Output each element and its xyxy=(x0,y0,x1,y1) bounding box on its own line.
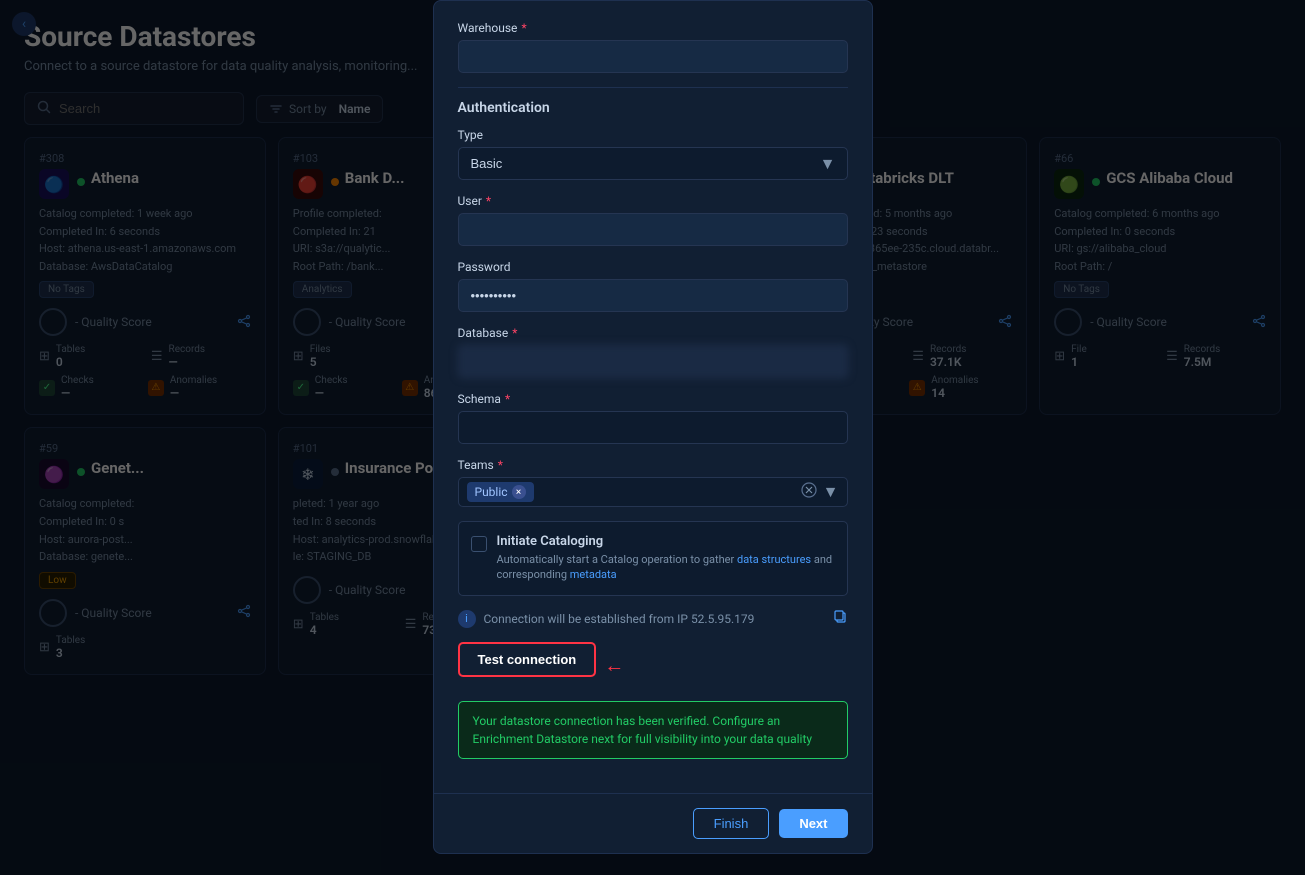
database-input[interactable] xyxy=(458,345,848,378)
schema-field-group: Schema * xyxy=(458,392,848,444)
initiate-cataloging-desc: Automatically start a Catalog operation … xyxy=(497,552,835,583)
user-field-group: User * xyxy=(458,194,848,246)
warehouse-input[interactable] xyxy=(458,40,848,73)
test-connection-button[interactable]: Test connection xyxy=(458,642,597,677)
finish-button[interactable]: Finish xyxy=(693,808,770,839)
schema-input[interactable] xyxy=(458,411,848,444)
teams-input-wrapper[interactable]: Public × ▼ xyxy=(458,477,848,507)
success-banner: Your datastore connection has been verif… xyxy=(458,701,848,759)
database-label: Database * xyxy=(458,326,848,340)
test-connection-area: Test connection ← xyxy=(458,642,848,689)
teams-dropdown-button[interactable]: ▼ xyxy=(823,482,839,502)
user-input[interactable] xyxy=(458,213,848,246)
warehouse-label: Warehouse * xyxy=(458,21,848,35)
modal: Warehouse * Authentication Type Basic ▼ xyxy=(433,0,873,854)
schema-label: Schema * xyxy=(458,392,848,406)
password-label: Password xyxy=(458,260,848,274)
teams-field-group: Teams * Public × ▼ xyxy=(458,458,848,507)
ip-info-text: Connection will be established from IP 5… xyxy=(484,612,755,626)
next-button[interactable]: Next xyxy=(779,809,847,838)
initiate-cataloging-row: Initiate Cataloging Automatically start … xyxy=(458,521,848,596)
info-icon: i xyxy=(458,610,476,628)
database-field-group: Database * xyxy=(458,326,848,378)
auth-section-title: Authentication xyxy=(458,87,848,116)
modal-footer: Finish Next xyxy=(434,793,872,853)
initiate-cataloging-label: Initiate Cataloging xyxy=(497,534,835,549)
warehouse-field-group: Warehouse * xyxy=(458,21,848,73)
type-select[interactable]: Basic xyxy=(458,147,848,180)
type-label: Type xyxy=(458,128,848,142)
password-input[interactable] xyxy=(458,279,848,312)
type-field-group: Type Basic ▼ xyxy=(458,128,848,180)
teams-clear-button[interactable] xyxy=(801,482,817,502)
modal-overlay: Warehouse * Authentication Type Basic ▼ xyxy=(0,0,1305,875)
teams-label: Teams * xyxy=(458,458,848,472)
public-team-tag: Public × xyxy=(467,482,534,502)
warehouse-required: * xyxy=(521,21,526,35)
user-label: User * xyxy=(458,194,848,208)
password-field-group: Password xyxy=(458,260,848,312)
remove-public-tag-button[interactable]: × xyxy=(512,485,526,499)
copy-ip-button[interactable] xyxy=(834,610,848,627)
arrow-indicator: ← xyxy=(604,653,624,678)
initiate-cataloging-checkbox[interactable] xyxy=(471,536,487,552)
type-select-wrapper: Basic ▼ xyxy=(458,147,848,180)
ip-info-row: i Connection will be established from IP… xyxy=(458,610,848,628)
